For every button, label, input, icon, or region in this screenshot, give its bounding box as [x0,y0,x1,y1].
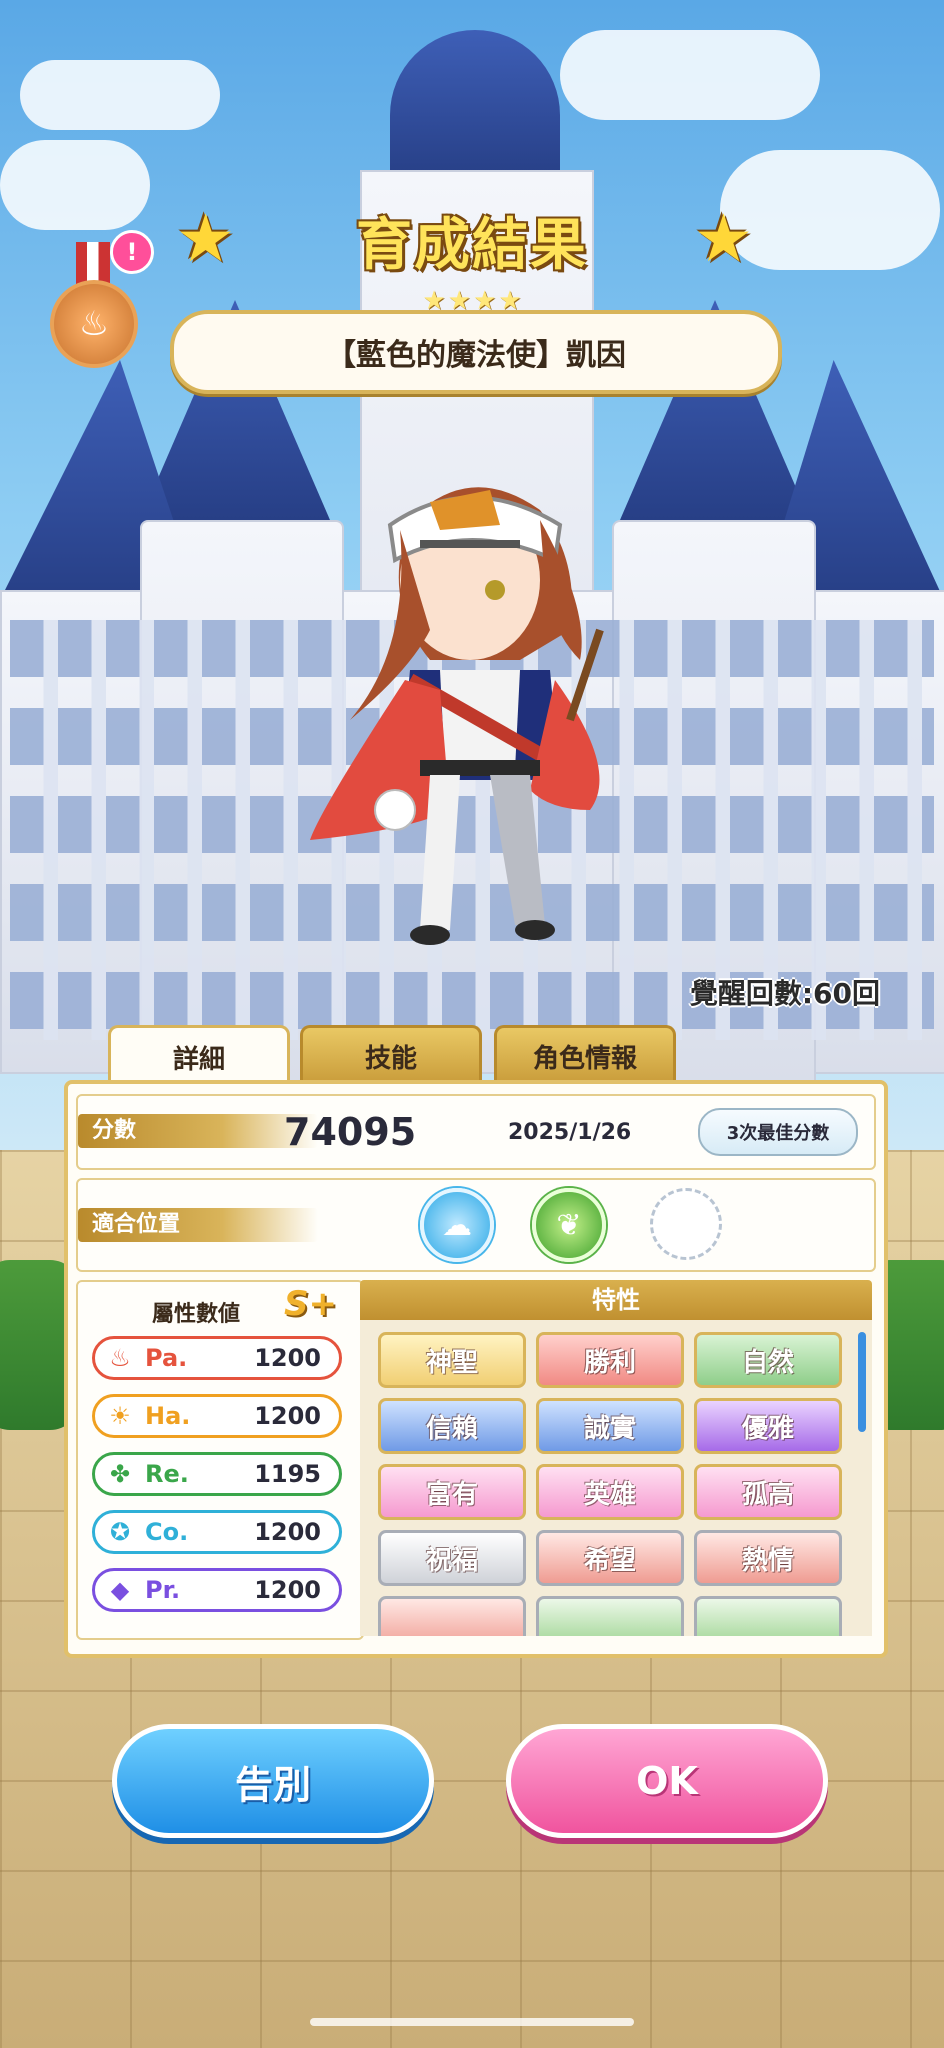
character-name: 【藍色的魔法使】凱因 [170,310,782,394]
tab-label: 詳細 [172,1044,225,1075]
empty-position-slot [650,1188,722,1260]
traits-box: 特性 神聖 勝利 自然 信賴 誠實 優雅 富有 英雄 孤高 祝福 希望 熱情 [360,1280,872,1636]
trait-item[interactable]: 孤高 [694,1464,842,1520]
trait-item[interactable]: 英雄 [536,1464,684,1520]
leaf-position-icon[interactable]: ❦ [532,1188,606,1262]
clover-icon: ✤ [109,1460,131,1488]
trait-item-partial[interactable] [536,1596,684,1636]
tab-label: 角色情報 [532,1043,637,1074]
attribute-ha: ☀ Ha. 1200 [92,1394,342,1438]
score-date: 2025/1/26 [508,1120,632,1145]
traits-scrollbar[interactable] [858,1332,866,1432]
tab-details[interactable]: 詳細 [108,1025,290,1086]
trait-item-partial[interactable] [378,1596,526,1636]
page-title: 育成結果 [356,213,588,278]
alert-badge: ! [110,230,154,274]
tab-label: 技能 [364,1043,417,1074]
trait-item[interactable]: 優雅 [694,1398,842,1454]
tab-character-info[interactable]: 角色情報 [494,1025,676,1084]
trait-item[interactable]: 希望 [536,1530,684,1586]
trait-item[interactable]: 誠實 [536,1398,684,1454]
character-illustration [310,487,604,945]
trait-item[interactable]: 信賴 [378,1398,526,1454]
trait-item[interactable]: 勝利 [536,1332,684,1388]
attribute-co: ✪ Co. 1200 [92,1510,342,1554]
trait-item[interactable]: 祝福 [378,1530,526,1586]
attribute-pr: ◆ Pr. 1200 [92,1568,342,1612]
star-icon-left: ★ [176,200,236,277]
farewell-button[interactable]: 告別 [112,1724,434,1838]
traits-list[interactable]: 神聖 勝利 自然 信賴 誠實 優雅 富有 英雄 孤高 祝福 希望 熱情 [360,1320,872,1636]
trait-item[interactable]: 自然 [694,1332,842,1388]
position-label: 適合位置 [78,1208,318,1242]
attribute-re: ✤ Re. 1195 [92,1452,342,1496]
score-label: 分數 [78,1114,318,1148]
score-row: 分數 74095 2025/1/26 3次最佳分數 [76,1094,876,1170]
attribute-rank: S+ [284,1284,337,1324]
cloud-position-icon[interactable]: ☁ [420,1188,494,1262]
star-icon-right: ★ [694,200,754,277]
details-panel: 分數 74095 2025/1/26 3次最佳分數 適合位置 ☁ ❦ 屬性數値 … [64,1080,888,1658]
flame-icon: ♨ [50,280,138,368]
attribute-pa: ♨ Pa. 1200 [92,1336,342,1380]
diamond-icon: ◆ [110,1576,130,1604]
position-row: 適合位置 ☁ ❦ [76,1178,876,1272]
swirl-icon: ✪ [109,1518,131,1546]
best-score-button[interactable]: 3次最佳分數 [698,1108,858,1156]
trait-item[interactable]: 熱情 [694,1530,842,1586]
home-indicator[interactable] [310,2018,634,2026]
attributes-box: 屬性數値 S+ ♨ Pa. 1200 ☀ Ha. 1200 ✤ Re. 1195… [76,1280,364,1640]
trait-item-partial[interactable] [694,1596,842,1636]
trait-item[interactable]: 神聖 [378,1332,526,1388]
traits-title: 特性 [360,1280,872,1320]
flame-icon: ♨ [109,1344,131,1372]
awakening-count: 覺醒回數:60回 [689,977,880,1010]
trait-item[interactable]: 富有 [378,1464,526,1520]
score-value: 74095 [284,1110,417,1154]
tab-skills[interactable]: 技能 [300,1025,482,1084]
ok-button[interactable]: OK [506,1724,828,1838]
attributes-title: 屬性數値 [152,1302,241,1327]
sun-icon: ☀ [109,1402,131,1430]
